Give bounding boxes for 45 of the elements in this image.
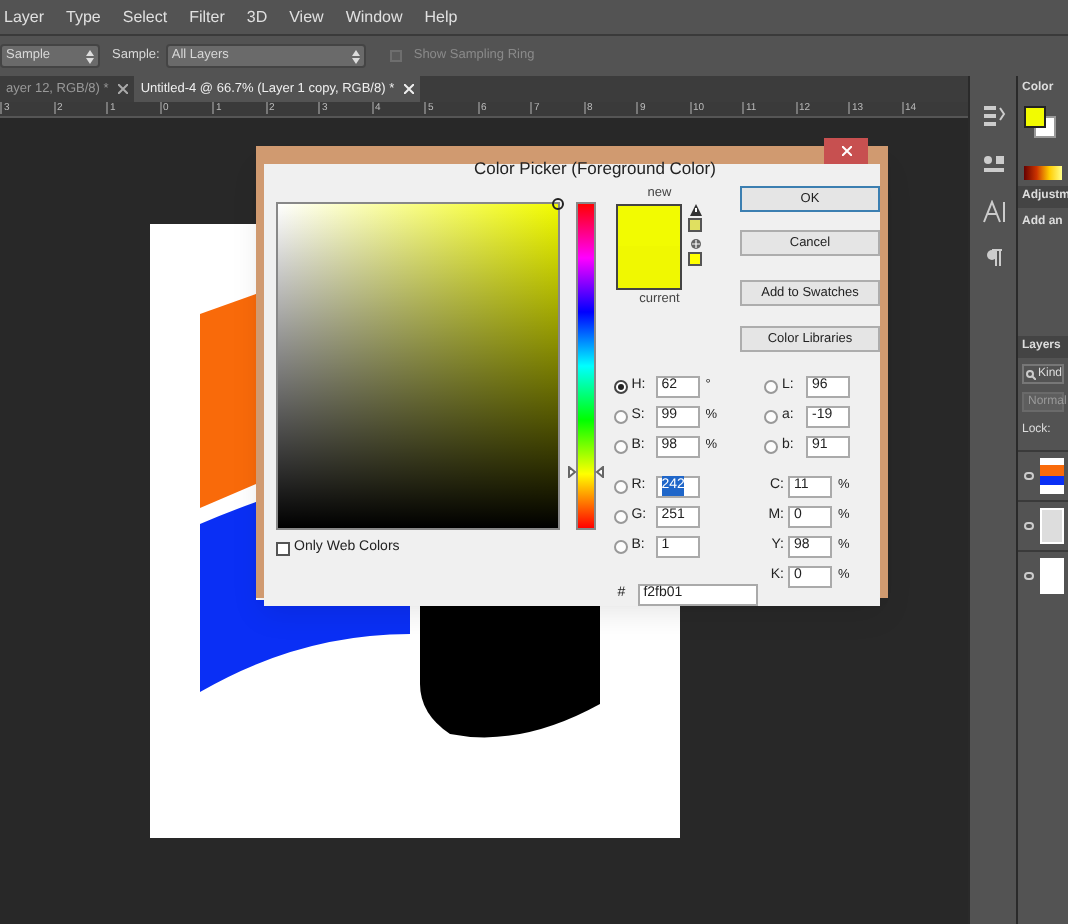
menu-item[interactable]: Help xyxy=(424,5,458,29)
menu-item[interactable]: Layer xyxy=(4,5,45,29)
radio-button[interactable] xyxy=(613,379,628,393)
character-panel-icon[interactable] xyxy=(981,200,1005,224)
color-swatches-icon[interactable] xyxy=(1024,106,1056,138)
close-button[interactable] xyxy=(824,138,868,164)
gamut-color-swatch[interactable] xyxy=(688,217,703,232)
eye-icon[interactable] xyxy=(1024,522,1034,530)
menu-item[interactable]: Window xyxy=(345,5,403,29)
stepper-arrows-icon xyxy=(86,49,94,63)
menu-item[interactable]: Select xyxy=(122,5,168,29)
hue-slider-thumb[interactable] xyxy=(568,466,604,479)
checkbox[interactable] xyxy=(276,541,290,556)
history-panel-icon[interactable] xyxy=(981,104,1005,128)
radio-button[interactable] xyxy=(764,439,778,453)
layer-thumbnail[interactable] xyxy=(1040,508,1064,544)
radio-button[interactable] xyxy=(613,439,628,453)
color-field[interactable] xyxy=(276,202,560,530)
dialog-title: Color Picker (Foreground Color) xyxy=(474,156,716,182)
eye-icon[interactable] xyxy=(1024,572,1034,580)
radio-button[interactable] xyxy=(613,539,628,553)
color-picker-cursor[interactable] xyxy=(552,198,564,210)
radio-button[interactable] xyxy=(613,479,628,493)
close-icon[interactable] xyxy=(118,84,129,94)
stepper-arrows-icon xyxy=(351,49,360,63)
menu-item[interactable]: Type xyxy=(66,5,101,29)
menu-item[interactable]: Filter xyxy=(189,5,225,29)
eye-icon[interactable] xyxy=(1024,472,1034,480)
menu-item[interactable]: 3D xyxy=(246,5,268,29)
radio-button[interactable] xyxy=(764,409,778,423)
radio-button[interactable] xyxy=(764,379,778,393)
menu-item[interactable]: View xyxy=(289,5,324,29)
new-color-swatch xyxy=(618,205,681,247)
color-ramp[interactable] xyxy=(1024,166,1062,180)
properties-panel-icon[interactable] xyxy=(981,152,1005,176)
radio-button[interactable] xyxy=(613,409,628,423)
radio-button[interactable] xyxy=(613,509,628,523)
layer-thumbnail[interactable] xyxy=(1040,458,1064,494)
current-color-swatch xyxy=(618,246,681,288)
web-safe-color-swatch[interactable] xyxy=(688,251,703,266)
close-icon xyxy=(841,146,851,156)
paragraph-panel-icon[interactable] xyxy=(983,248,1003,268)
layer-thumbnail[interactable] xyxy=(1040,558,1064,594)
warning-icon xyxy=(689,203,702,216)
search-icon xyxy=(1026,369,1036,379)
